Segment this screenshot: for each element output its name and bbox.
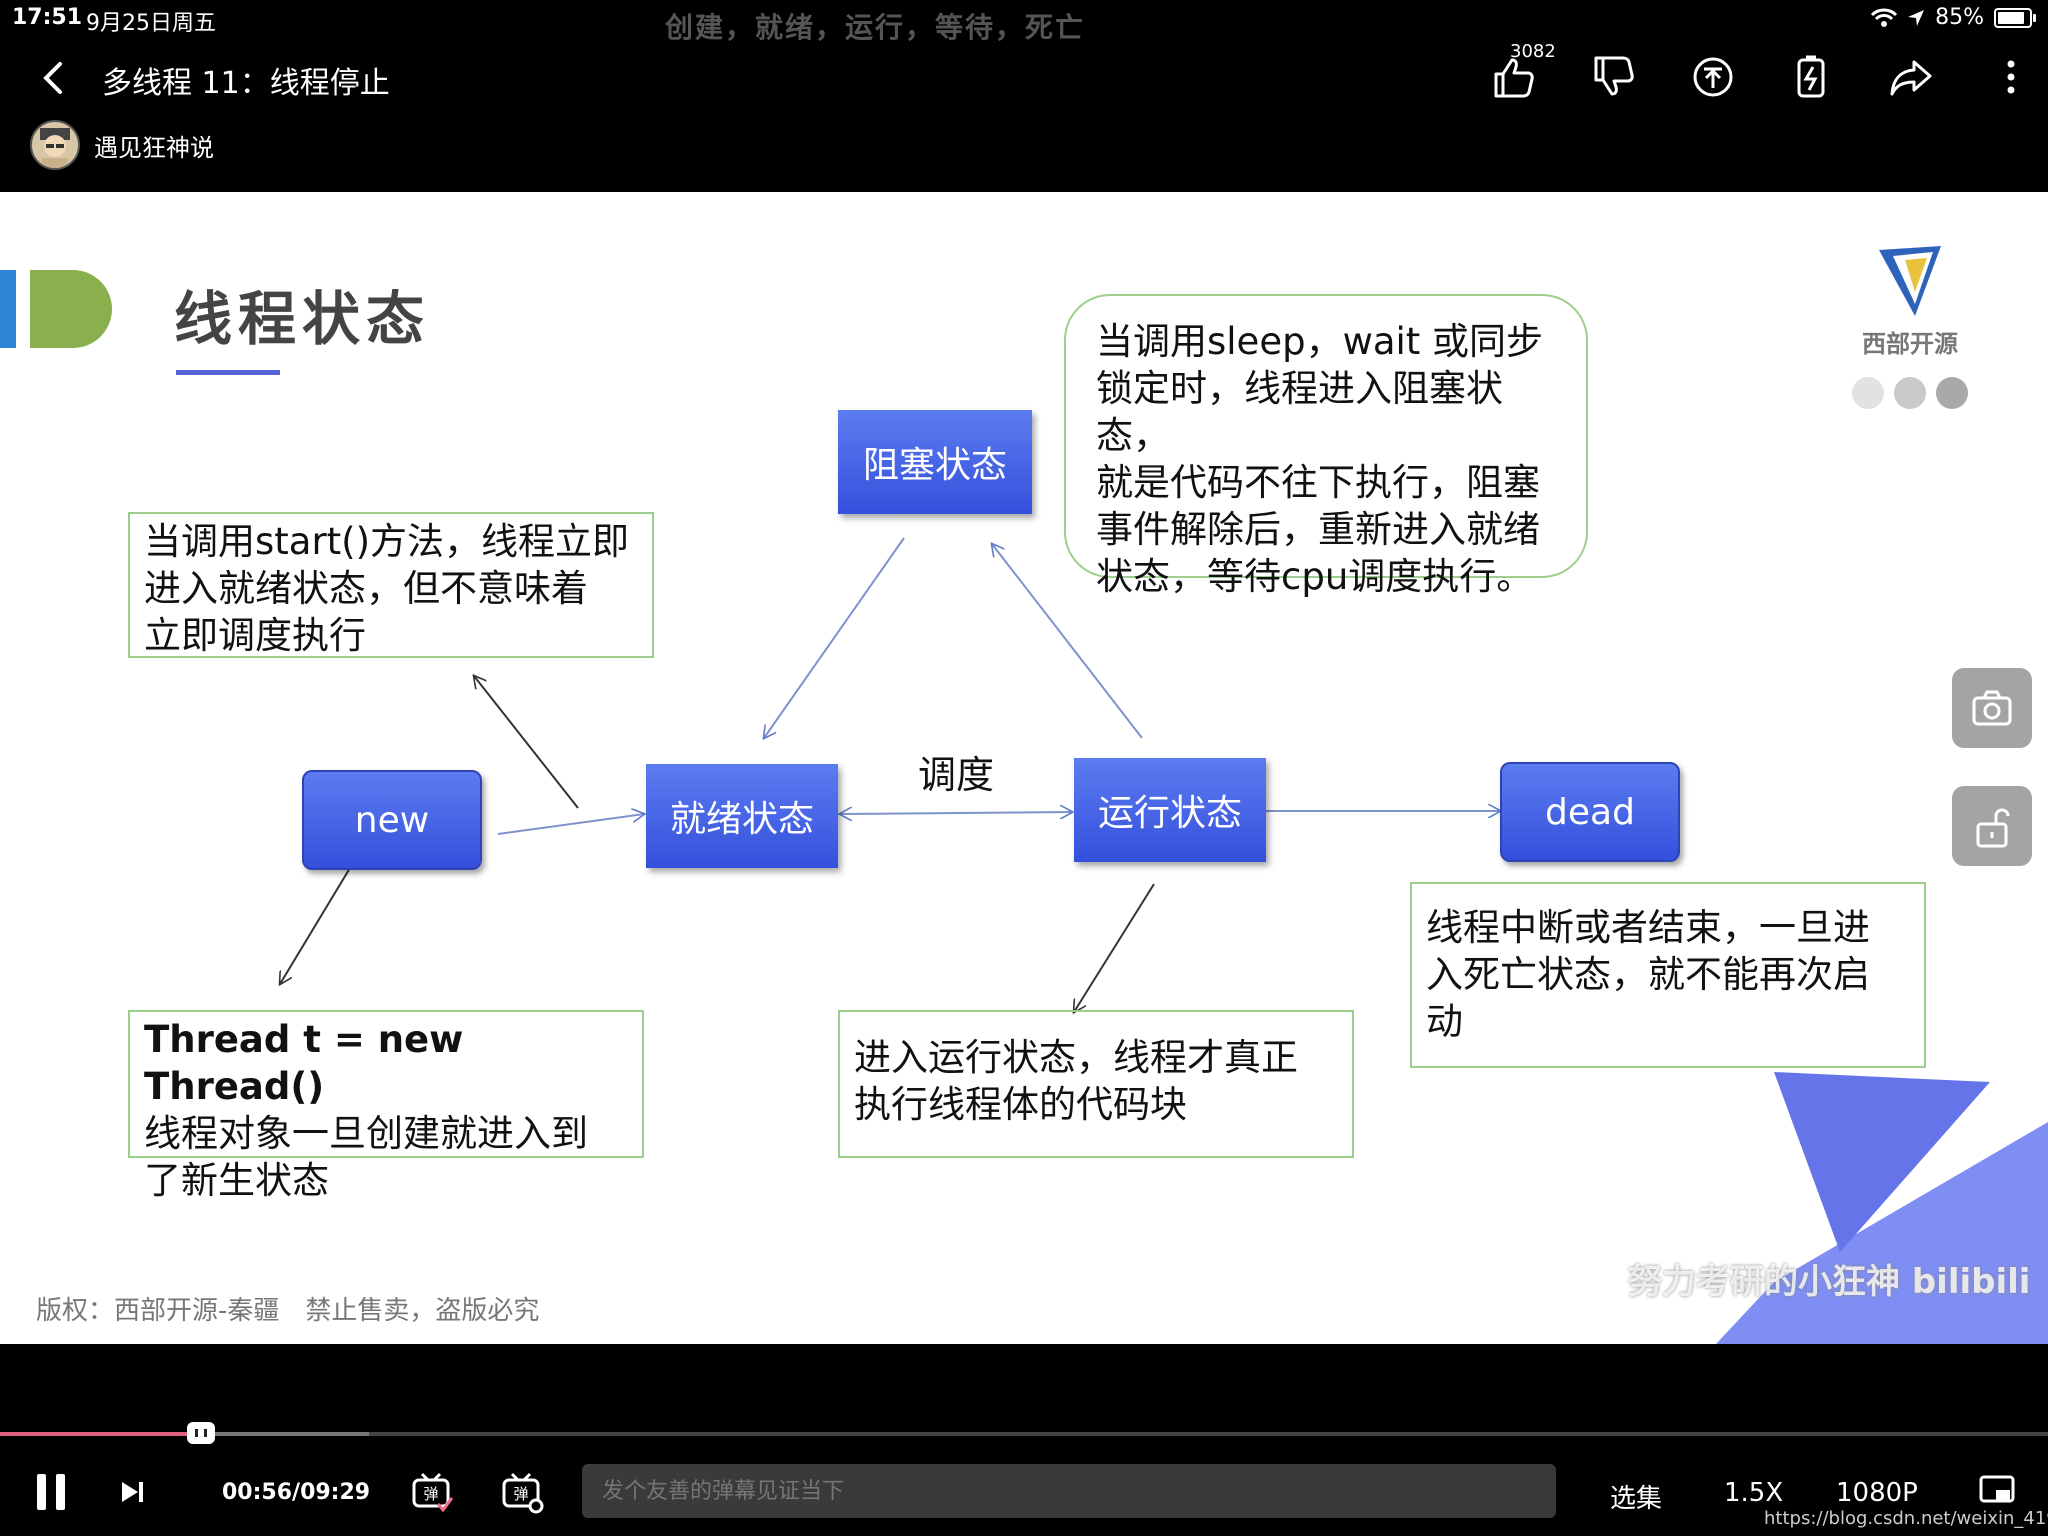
pause-icon[interactable]	[34, 1470, 74, 1514]
share-icon[interactable]	[1886, 52, 1936, 102]
avatar-icon	[40, 128, 70, 168]
video-frame[interactable]: 线程状态 西部开源 new 就绪状态 运行状态 阻塞状态 dead 调度 当调用…	[0, 192, 2048, 1344]
svg-text:弹: 弹	[513, 1485, 528, 1503]
uploader-name: 遇见狂神说	[94, 133, 214, 162]
state-new: new	[302, 770, 482, 870]
action-bar	[1488, 48, 2048, 110]
status-time: 17:51	[12, 5, 83, 30]
battery-icon	[1994, 7, 2036, 28]
thumbs-up-icon[interactable]	[1488, 52, 1538, 102]
location-icon	[1908, 9, 1925, 26]
note-code-line: Thread t = new Thread()	[144, 1018, 464, 1108]
status-bar: 17:51 9月25日周五 创建，就绪，运行，等待，死亡 85%	[0, 0, 2048, 44]
note-dead: 线程中断或者结束，一旦进 入死亡状态，就不能再次启 动	[1410, 882, 1926, 1068]
note-line: 动	[1426, 1000, 1463, 1043]
speed-button[interactable]: 1.5X	[1724, 1478, 1783, 1508]
arrow-ready-running	[840, 812, 1072, 814]
note-line: 进入运行状态，线程才真正	[854, 1036, 1298, 1079]
note-line: 就是代码不往下执行，阻塞	[1096, 461, 1540, 504]
note-line: 状态，等待cpu调度执行。	[1096, 555, 1534, 598]
note-start: 当调用start()方法，线程立即 进入就绪状态，但不意味着 立即调度执行	[128, 512, 654, 658]
next-icon[interactable]	[118, 1478, 148, 1506]
source-url: https://blog.csdn.net/weixin_41963554	[1764, 1508, 2048, 1529]
note-line: 线程中断或者结束，一旦进	[1426, 906, 1870, 949]
charge-icon[interactable]	[1786, 52, 1836, 102]
arrow-to-start-note	[474, 676, 579, 809]
status-right: 85%	[1871, 5, 2036, 30]
state-running: 运行状态	[1074, 758, 1266, 862]
tv-thumb-icon	[194, 1429, 207, 1437]
danmaku-input[interactable]	[582, 1464, 1556, 1518]
lock-button[interactable]	[1952, 786, 2032, 866]
cast-icon[interactable]	[1978, 1474, 2018, 1508]
note-line: 锁定时，线程进入阻塞状态，	[1096, 367, 1503, 457]
uploader[interactable]: 遇见狂神说	[30, 120, 214, 170]
wifi-icon	[1871, 8, 1898, 27]
note-line: 执行线程体的代码块	[854, 1083, 1187, 1126]
time-display: 00:56/09:29	[222, 1480, 371, 1505]
coin-icon[interactable]	[1688, 52, 1738, 102]
arrow-to-running-note	[1074, 883, 1155, 1012]
more-icon[interactable]	[1986, 52, 2036, 102]
battery-percent: 85%	[1935, 5, 1984, 30]
thumbs-down-icon[interactable]	[1588, 52, 1638, 102]
note-line: 进入就绪状态，但不意味着	[144, 567, 588, 610]
bilibili-watermark: 努力考研的小狂神 bilibili	[1628, 1262, 2031, 1302]
episodes-button[interactable]: 选集	[1610, 1478, 1662, 1515]
quality-button[interactable]: 1080P	[1836, 1478, 1918, 1508]
danmaku-toggle-icon[interactable]: 弹	[410, 1470, 454, 1514]
video-title: 多线程 11：线程停止	[102, 66, 390, 101]
note-line: 入死亡状态，就不能再次启	[1426, 953, 1870, 996]
arrow-blocked-ready	[764, 537, 905, 738]
copyright-text: 版权：西部开源-秦疆 禁止售卖，盗版必究	[36, 1296, 540, 1326]
camera-icon	[1972, 690, 2012, 726]
schedule-label: 调度	[918, 753, 995, 797]
note-blocked: 当调用sleep，wait 或同步 锁定时，线程进入阻塞状态， 就是代码不往下执…	[1064, 294, 1588, 598]
state-ready: 就绪状态	[646, 764, 838, 868]
note-line: 事件解除后，重新进入就绪	[1096, 508, 1540, 551]
back-icon[interactable]	[36, 58, 72, 98]
danmaku-settings-icon[interactable]: 弹	[500, 1470, 544, 1514]
note-line: 当调用start()方法，线程立即	[144, 520, 630, 563]
progress-thumb[interactable]	[186, 1422, 215, 1444]
state-dead: dead	[1500, 762, 1680, 862]
slide-corner-decoration	[1716, 1072, 2048, 1344]
note-new: Thread t = new Thread() 线程对象一旦创建就进入到 了新生…	[128, 1010, 644, 1202]
state-blocked: 阻塞状态	[838, 410, 1032, 514]
unlock-icon	[1976, 808, 2010, 848]
note-line: 线程对象一旦创建就进入到	[144, 1112, 588, 1155]
arrow-new-ready	[497, 814, 644, 835]
avatar[interactable]	[30, 120, 80, 170]
danmaku-comment: 创建，就绪，运行，等待，死亡	[665, 11, 1086, 44]
note-line: 立即调度执行	[144, 614, 366, 657]
note-running: 进入运行状态，线程才真正 执行线程体的代码块	[838, 1010, 1354, 1158]
arrow-to-new-note	[280, 857, 357, 984]
progress-played	[0, 1432, 201, 1436]
status-date: 9月25日周五	[86, 11, 216, 36]
note-line: 了新生状态	[144, 1159, 329, 1202]
screenshot-button[interactable]	[1952, 668, 2032, 748]
note-line: 当调用sleep，wait 或同步	[1096, 320, 1544, 363]
svg-text:弹: 弹	[423, 1485, 438, 1503]
